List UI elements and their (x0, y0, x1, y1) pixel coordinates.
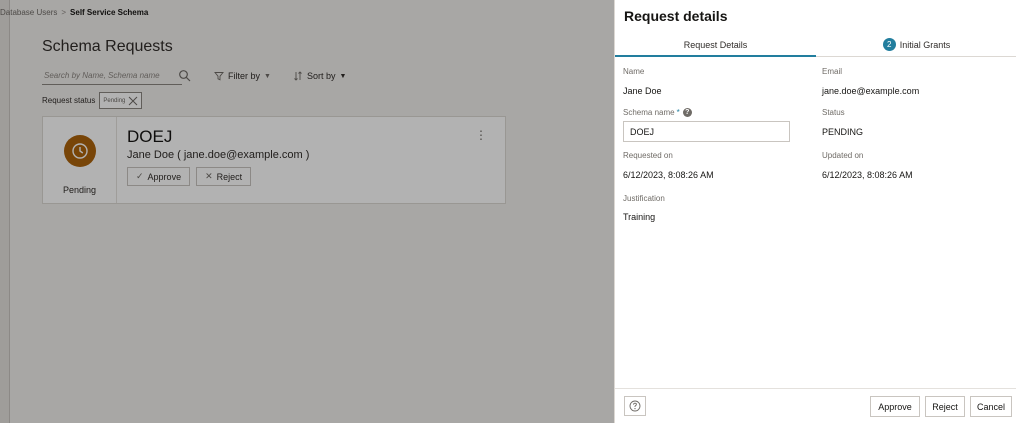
more-actions-icon[interactable]: ⋮ (475, 129, 487, 141)
count-badge: 2 (882, 38, 896, 51)
requested-on-label: Requested on (623, 151, 673, 160)
status-filter-chip[interactable]: Pending (99, 92, 143, 109)
card-subtitle: Jane Doe ( jane.doe@example.com ) (127, 149, 310, 161)
help-icon[interactable]: ? (682, 108, 692, 118)
card-body: DOEJ Jane Doe ( jane.doe@example.com ) ✓… (117, 117, 505, 203)
status-value: PENDING (822, 127, 864, 137)
justification-value: Training (623, 212, 656, 222)
tab-label: Initial Grants (899, 39, 951, 50)
card-status-column: Pending (43, 117, 117, 203)
required-indicator: * (676, 108, 680, 117)
breadcrumb: Database Users > Self Service Schema (0, 8, 148, 17)
close-icon[interactable] (128, 96, 138, 106)
search-toolbar: Filter by ▼ Sort by ▼ (42, 66, 346, 86)
reject-label: Reject (216, 171, 243, 182)
sort-icon (294, 71, 302, 81)
chevron-down-icon: ▼ (339, 72, 347, 80)
status-label: Status (822, 108, 845, 117)
drawer-footer: Approve Reject Cancel (615, 388, 1016, 423)
card-actions: ✓ Approve ✕ Reject (127, 167, 505, 186)
search-icon[interactable] (178, 69, 192, 83)
check-icon: ✓ (136, 171, 144, 181)
filter-icon (214, 72, 224, 81)
email-value: jane.doe@example.com (822, 86, 920, 96)
card-title: DOEJ (127, 127, 173, 146)
chevron-down-icon: ▼ (264, 72, 271, 80)
breadcrumb-current: Self Service Schema (70, 8, 149, 17)
schema-name-input[interactable] (623, 121, 790, 142)
approve-button[interactable]: ✓ Approve (127, 167, 191, 186)
sort-button[interactable]: Sort by ▼ (293, 71, 346, 81)
tab-request-details[interactable]: Request Details (615, 33, 816, 57)
justification-label: Justification (623, 194, 665, 203)
status-chip-label: Pending (103, 97, 126, 104)
request-status-label: Request status (42, 96, 96, 105)
schema-requests-page: Database Users > Self Service Schema Schem… (0, 0, 614, 423)
updated-on-value: 6/12/2023, 8:08:26 AM (822, 170, 913, 180)
filter-button[interactable]: Filter by ▼ (214, 71, 271, 81)
request-card[interactable]: Pending DOEJ Jane Doe ( jane.doe@example… (42, 116, 506, 204)
name-value: Jane Doe (623, 86, 662, 96)
tab-initial-grants[interactable]: 2 Initial Grants (816, 33, 1016, 56)
drawer-title: Request details (624, 8, 728, 24)
reject-button[interactable]: ✕ Reject (196, 167, 252, 186)
drawer-reject-button[interactable]: Reject (925, 396, 965, 417)
tab-label: Request Details (683, 39, 748, 50)
search-input[interactable] (42, 67, 182, 85)
nav-edge (0, 0, 10, 423)
filter-label: Filter by (228, 71, 261, 81)
card-status-text: Pending (62, 185, 97, 195)
email-label: Email (822, 67, 843, 76)
sort-label: Sort by (306, 71, 336, 81)
help-button[interactable] (624, 396, 646, 416)
request-status-filter: Request status Pending (42, 92, 143, 109)
close-icon: ✕ (205, 171, 213, 181)
drawer-approve-button[interactable]: Approve (870, 396, 920, 417)
approve-label: Approve (147, 171, 182, 182)
schema-name-label-text: Schema name (623, 108, 675, 117)
breadcrumb-parent[interactable]: Database Users (0, 8, 57, 17)
breadcrumb-separator: > (61, 8, 67, 17)
help-icon (629, 400, 641, 412)
clock-icon (63, 135, 96, 167)
name-label: Name (623, 67, 645, 76)
drawer-cancel-button[interactable]: Cancel (970, 396, 1012, 417)
request-details-drawer: Request details Request Details 2 Initia… (614, 0, 1016, 423)
requested-on-value: 6/12/2023, 8:08:26 AM (623, 170, 714, 180)
page-title: Schema Requests (42, 38, 173, 55)
schema-name-label: Schema name *? (623, 108, 692, 118)
drawer-tabs: Request Details 2 Initial Grants (615, 33, 1016, 57)
updated-on-label: Updated on (822, 151, 864, 160)
